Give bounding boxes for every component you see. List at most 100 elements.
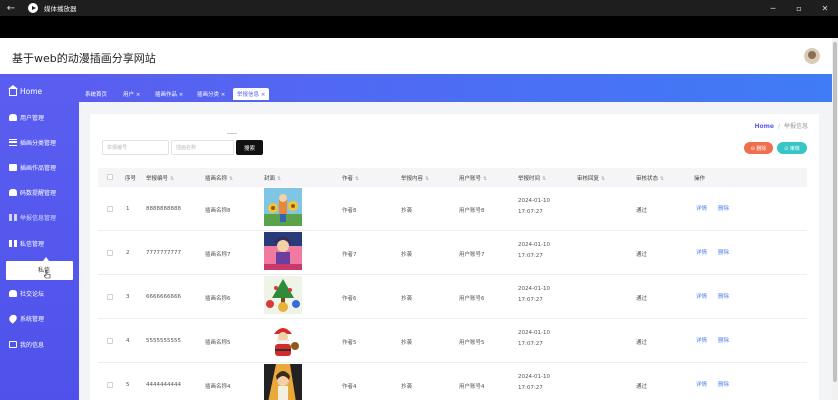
col-name[interactable]: 插画名称 ⇅ xyxy=(205,174,233,182)
col-label: 审核回复 xyxy=(577,176,600,182)
cell-status: 通过 xyxy=(636,296,648,302)
cell-index: 5 xyxy=(126,382,130,388)
tab-categories[interactable]: 插画分类 × xyxy=(193,88,229,100)
pin-icon xyxy=(7,312,19,324)
close-icon[interactable]: ✕ xyxy=(812,0,838,16)
col-reply[interactable]: 审核回复 ⇅ xyxy=(577,174,605,182)
cover-image[interactable] xyxy=(264,232,302,270)
delete-link[interactable]: 删除 xyxy=(718,248,729,256)
back-arrow-icon[interactable]: ← xyxy=(0,3,22,14)
row-checkbox[interactable] xyxy=(107,250,113,256)
col-label: 封面 xyxy=(264,176,276,182)
row-checkbox[interactable] xyxy=(107,382,113,388)
cell-name: 插画名称4 xyxy=(205,384,231,390)
col-index: 序号 xyxy=(125,174,136,182)
sort-icon[interactable]: ⇅ xyxy=(601,176,605,182)
row-checkbox[interactable] xyxy=(107,338,113,344)
tab-home[interactable]: 系统首页 xyxy=(81,88,111,100)
delete-button[interactable]: ⊖ 删除 xyxy=(744,142,773,154)
user-icon xyxy=(9,188,17,196)
maximize-icon[interactable]: ▫ xyxy=(786,0,812,16)
tab-users[interactable]: 用户 × xyxy=(119,88,144,100)
cell-code: 4444444444 xyxy=(146,382,181,388)
sort-icon[interactable]: ⇅ xyxy=(277,176,281,182)
delete-link[interactable]: 删除 xyxy=(718,292,729,300)
row-checkbox[interactable] xyxy=(107,294,113,300)
minimize-icon[interactable]: ─ xyxy=(760,0,786,16)
sidebar-item-label: 码数提醒管理 xyxy=(20,189,57,197)
sidebar-item-messages[interactable]: 私信管理 xyxy=(0,232,79,254)
tab-works[interactable]: 插画作品 × xyxy=(151,88,187,100)
sidebar-item-label: 系统管理 xyxy=(20,315,45,323)
breadcrumb-home[interactable]: Home xyxy=(754,123,773,130)
cell-account: 用户账号5 xyxy=(459,340,485,346)
audit-button[interactable]: ⊙ 审核 xyxy=(777,142,807,154)
cell-author: 作者8 xyxy=(342,208,357,214)
sidebar-item-label: 用户管理 xyxy=(20,114,45,122)
col-time[interactable]: 举报时间 ⇅ xyxy=(518,174,546,182)
window-title: 媒体播放器 xyxy=(44,5,77,13)
grid-icon xyxy=(9,213,17,221)
col-label: 举报内容 xyxy=(401,176,424,182)
sidebar-item-works[interactable]: 插画作品管理 xyxy=(0,156,79,178)
detail-link[interactable]: 详情 xyxy=(696,248,707,256)
delete-link[interactable]: 删除 xyxy=(718,336,729,344)
sidebar-item-forum[interactable]: 社交论坛 xyxy=(0,282,79,304)
delete-link[interactable]: 删除 xyxy=(718,204,729,212)
search-code-input[interactable]: 举报编号 xyxy=(102,140,169,155)
search-name-input[interactable]: 插画名称 xyxy=(171,140,234,155)
cell-time: 2024-01-10 17:07:27 xyxy=(518,286,550,303)
sidebar-item-reminders[interactable]: 码数提醒管理 xyxy=(0,181,79,203)
tab-reports[interactable]: 举报信息 × xyxy=(233,88,270,100)
detail-link[interactable]: 详情 xyxy=(696,336,707,344)
cell-content: 抄袭 xyxy=(401,252,413,258)
cover-image[interactable] xyxy=(264,364,302,400)
cell-time: 2024-01-10 17:07:27 xyxy=(518,374,550,391)
detail-link[interactable]: 详情 xyxy=(696,380,707,388)
cover-image[interactable] xyxy=(264,188,302,226)
site-title: 基于web的动漫插画分享网站 xyxy=(12,52,156,65)
sort-icon[interactable]: ⇅ xyxy=(229,176,233,182)
cover-image[interactable] xyxy=(264,320,302,358)
select-all-checkbox[interactable] xyxy=(107,174,113,180)
sidebar-item-system[interactable]: 系统管理 xyxy=(0,307,79,329)
col-content[interactable]: 举报内容 ⇅ xyxy=(401,174,429,182)
sidebar-item-label: 举报信息管理 xyxy=(20,214,57,222)
col-author[interactable]: 作者 ⇅ xyxy=(342,174,359,182)
detail-link[interactable]: 详情 xyxy=(696,204,707,212)
breadcrumb: Home / 举报信息 xyxy=(754,121,808,130)
cell-time: 2024-01-10 17:07:27 xyxy=(518,242,550,259)
col-code[interactable]: 举报编号 ⇅ xyxy=(146,174,174,182)
sort-icon[interactable]: ⇅ xyxy=(355,176,359,182)
sort-icon[interactable]: ⇅ xyxy=(542,176,546,182)
vertical-scrollbar[interactable] xyxy=(832,38,838,400)
sort-icon[interactable]: ⇅ xyxy=(483,176,487,182)
sidebar-item-users[interactable]: 用户管理 xyxy=(0,106,79,128)
avatar[interactable] xyxy=(804,48,820,64)
delete-link[interactable]: 删除 xyxy=(718,380,729,388)
sidebar-item-categories[interactable]: 插画分类管理 xyxy=(0,131,79,153)
col-account[interactable]: 用户账号 ⇅ xyxy=(459,174,487,182)
cell-code: 6666666666 xyxy=(146,294,181,300)
user-icon xyxy=(9,289,17,297)
cover-image[interactable] xyxy=(264,276,302,314)
scrollbar-thumb[interactable] xyxy=(833,42,837,382)
user-icon xyxy=(9,113,17,121)
cell-code: 5555555555 xyxy=(146,338,181,344)
col-label: 举报编号 xyxy=(146,176,169,182)
grid-icon xyxy=(9,239,17,247)
sidebar-item-profile[interactable]: 我的信息 xyxy=(0,333,79,355)
sidebar-item-home[interactable]: Home xyxy=(0,80,79,102)
col-label: 用户账号 xyxy=(459,176,482,182)
window-titlebar: ← 媒体播放器 ─ ▫ ✕ xyxy=(0,0,838,16)
col-status[interactable]: 审核状态 ⇅ xyxy=(636,174,664,182)
sort-icon[interactable]: ⇅ xyxy=(170,176,174,182)
sidebar-item-reports[interactable]: 举报信息管理 xyxy=(0,206,79,228)
tabs-bar: 系统首页 用户 × 插画作品 × 插画分类 × 举报信息 × xyxy=(79,74,832,102)
sort-icon[interactable]: ⇅ xyxy=(660,176,664,182)
col-cover[interactable]: 封面 ⇅ xyxy=(264,174,281,182)
sort-icon[interactable]: ⇅ xyxy=(425,176,429,182)
search-button[interactable]: 搜索 xyxy=(236,140,263,155)
row-checkbox[interactable] xyxy=(107,206,113,212)
detail-link[interactable]: 详情 xyxy=(696,292,707,300)
